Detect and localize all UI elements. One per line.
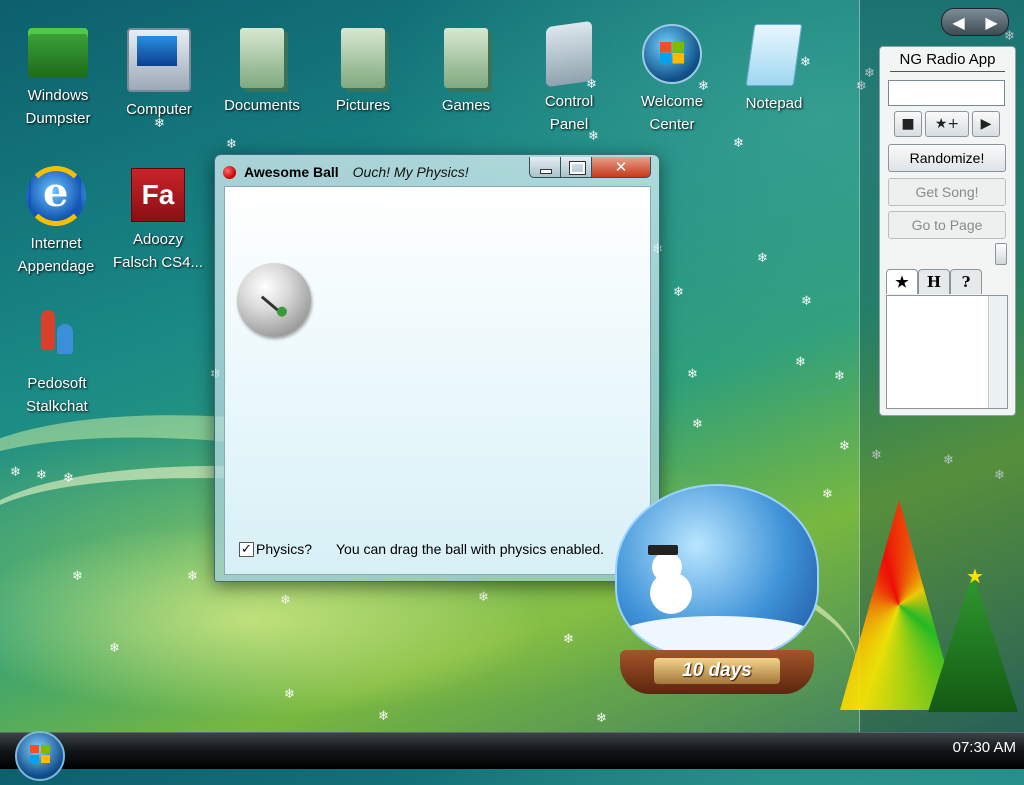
window-title: Awesome Ball xyxy=(244,164,339,180)
welcome-center-icon xyxy=(642,24,702,84)
snowflake-icon: ❄ xyxy=(822,487,833,502)
divider xyxy=(890,71,1005,72)
desktop-icon-label: Documents xyxy=(224,97,300,114)
sidebar-prev-icon[interactable]: ◀ xyxy=(952,13,964,32)
snowflake-icon: ❄ xyxy=(10,465,21,480)
go-to-page-button[interactable]: Go to Page xyxy=(888,211,1006,239)
flash-icon: Fa xyxy=(131,168,185,222)
snowman-hat xyxy=(648,545,678,555)
snowman-head xyxy=(652,552,682,582)
chat-people-icon xyxy=(35,306,79,366)
radio-title: NG Radio App xyxy=(899,51,996,68)
randomize-button[interactable]: Randomize! xyxy=(888,144,1006,172)
snowflake-icon: ❄ xyxy=(563,632,574,647)
desktop-icon-label: Games xyxy=(441,97,491,114)
sidebar-nav: ◀ ▶ xyxy=(941,8,1009,36)
snowflake-icon: ❄ xyxy=(834,369,845,384)
desktop-icon-label: Welcome Center xyxy=(640,93,704,133)
desktop-icon-label: Computer xyxy=(126,101,192,118)
sidebar-next-icon[interactable]: ▶ xyxy=(985,13,997,32)
desktop-icon-label: Pedosoft Stalkchat xyxy=(26,375,88,415)
snowflake-icon: ❄ xyxy=(72,569,83,584)
snowflake-icon: ❄ xyxy=(280,593,291,608)
snow-globe-gadget[interactable] xyxy=(615,484,819,658)
pictures-folder-icon xyxy=(341,28,385,88)
favorites-list[interactable] xyxy=(886,295,1008,409)
desktop-icon-control-panel[interactable]: Control Panel xyxy=(519,20,619,136)
desktop-icon-games[interactable]: Games xyxy=(416,28,516,117)
desktop-icon-notepad[interactable]: Notepad xyxy=(724,24,824,115)
computer-icon xyxy=(127,28,191,92)
radio-tabs: ★ H ? xyxy=(886,269,982,294)
snowflake-icon: ❄ xyxy=(109,641,120,656)
tab-help[interactable]: ? xyxy=(950,269,982,294)
desktop-icon-label: Pictures xyxy=(335,97,391,114)
snowflake-icon: ❄ xyxy=(36,468,47,483)
desktop-icon-welcome-center[interactable]: Welcome Center xyxy=(622,24,722,136)
snowflake-icon: ❄ xyxy=(226,137,237,152)
desktop-icon-label: Adoozy Falsch CS4... xyxy=(112,231,204,271)
add-favorite-button[interactable]: ★+ xyxy=(925,111,969,137)
window-titlebar[interactable]: Awesome Ball Ouch! My Physics! xyxy=(223,161,469,183)
desktop-icon-windows-dumpster[interactable]: Windows Dumpster xyxy=(8,28,108,130)
notepad-icon xyxy=(745,24,803,86)
physics-label: Physics? xyxy=(256,541,313,557)
snowflake-icon: ❄ xyxy=(687,367,698,382)
physics-ball[interactable] xyxy=(237,263,311,337)
clock[interactable]: 07:30 AM xyxy=(953,739,1016,756)
snowflake-icon: ❄ xyxy=(692,417,703,432)
tab-favorites[interactable]: ★ xyxy=(886,269,918,294)
checkbox-box[interactable]: ✓ xyxy=(239,541,254,557)
radio-search-input[interactable] xyxy=(888,80,1005,106)
awesome-ball-window[interactable]: Awesome Ball Ouch! My Physics! ✕ ✓ Physi… xyxy=(214,154,660,582)
tab-history[interactable]: H xyxy=(918,269,950,294)
desktop-icon-label: Windows Dumpster xyxy=(25,87,91,127)
dumpster-icon xyxy=(28,28,88,78)
ball-canvas[interactable]: ✓ Physics? You can drag the ball with ph… xyxy=(224,186,651,575)
desktop-icon-computer[interactable]: Computer xyxy=(109,28,209,121)
snowflake-icon: ❄ xyxy=(478,590,489,605)
mouse-cursor-icon xyxy=(260,295,282,314)
radio-controls: ■ ★+ ▶ xyxy=(894,111,1000,137)
snowflake-icon: ❄ xyxy=(757,251,768,266)
snowflake-icon: ❄ xyxy=(63,471,74,486)
ng-radio-gadget: NG Radio App ■ ★+ ▶ Randomize! Get Song!… xyxy=(879,46,1016,416)
desktop-icon-adoozy-falsch[interactable]: Fa Adoozy Falsch CS4... xyxy=(108,168,208,274)
desktop-icon-documents[interactable]: Documents xyxy=(212,28,312,117)
physics-checkbox[interactable]: ✓ Physics? xyxy=(239,541,312,557)
desktop-icon-pedosoft-stalkchat[interactable]: Pedosoft Stalkchat xyxy=(7,306,107,418)
snowflake-icon: ❄ xyxy=(839,439,850,454)
start-button[interactable] xyxy=(15,731,65,781)
play-button[interactable]: ▶ xyxy=(972,111,1000,137)
hint-text: You can drag the ball with physics enabl… xyxy=(336,541,604,557)
star-icon: ★ xyxy=(966,564,984,588)
documents-folder-icon xyxy=(240,28,284,88)
app-icon xyxy=(223,165,236,179)
close-button[interactable]: ✕ xyxy=(591,157,651,178)
snowflake-icon: ❄ xyxy=(673,285,684,300)
snowflake-icon: ❄ xyxy=(284,687,295,702)
desktop-icon-internet-appendage[interactable]: Internet Appendage xyxy=(6,166,106,278)
snowflake-icon: ❄ xyxy=(378,709,389,724)
get-song-button[interactable]: Get Song! xyxy=(888,178,1006,206)
games-folder-icon xyxy=(444,28,488,88)
desktop-icon-label: Notepad xyxy=(745,95,803,112)
snowflake-icon: ❄ xyxy=(596,711,607,726)
volume-slider[interactable] xyxy=(995,243,1007,265)
minimize-button[interactable] xyxy=(529,157,561,178)
snowflake-icon: ❄ xyxy=(733,136,744,151)
maximize-button[interactable] xyxy=(560,157,592,178)
desktop-icon-label: Internet Appendage xyxy=(17,235,95,275)
control-panel-icon xyxy=(546,20,592,88)
window-subtitle: Ouch! My Physics! xyxy=(352,164,469,180)
taskbar xyxy=(0,732,1024,769)
desktop-icon-label: Control Panel xyxy=(544,93,594,133)
snowflake-icon: ❄ xyxy=(187,569,198,584)
snowflake-icon: ❄ xyxy=(801,294,812,309)
snowflake-icon: ❄ xyxy=(795,355,806,370)
countdown-label: 10 days xyxy=(654,658,780,684)
desktop-icon-pictures[interactable]: Pictures xyxy=(313,28,413,117)
stop-button[interactable]: ■ xyxy=(894,111,922,137)
internet-explorer-icon xyxy=(26,166,86,226)
